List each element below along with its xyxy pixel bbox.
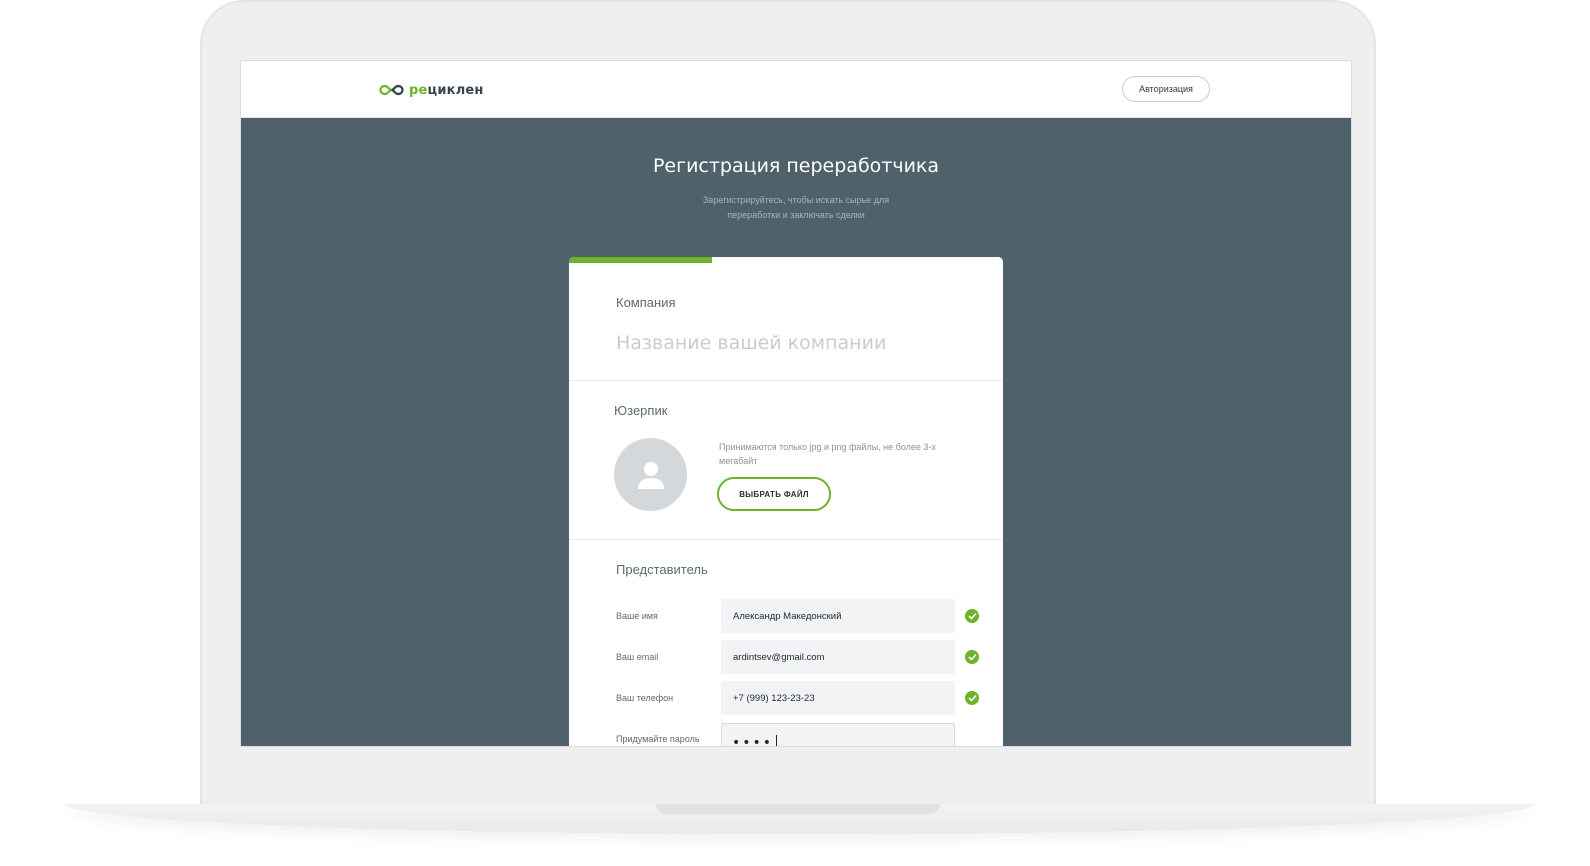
- upload-hint: Принимаются только jpg и png файлы, не б…: [719, 442, 936, 466]
- site-header: рециклен Авторизация: [241, 61, 1351, 118]
- browser-viewport: рециклен Авторизация Регистрация перераб…: [240, 60, 1352, 747]
- form-progress-bar: [569, 257, 1003, 263]
- name-input[interactable]: Александр Македонский: [721, 599, 955, 633]
- avatar-placeholder: [614, 438, 687, 511]
- logo[interactable]: рециклен: [379, 81, 484, 99]
- password-input[interactable]: ••••: [721, 723, 955, 747]
- logo-text: рециклен: [409, 83, 484, 98]
- page-subtitle: Зарегистрируйтесь, чтобы искать сырье дл…: [702, 195, 890, 220]
- email-label: Ваш email: [616, 652, 659, 662]
- check-circle-icon: [965, 650, 979, 664]
- check-circle-icon: [965, 609, 979, 623]
- representative-section-label: Представитель: [616, 562, 708, 577]
- registration-form: Компания Юзерпик Принимаются только jpg …: [569, 257, 1003, 747]
- user-placeholder-icon: [637, 461, 664, 489]
- logo-prefix: ре: [409, 82, 428, 98]
- phone-label: Ваш телефон: [616, 693, 674, 703]
- infinity-icon: [379, 84, 404, 96]
- form-progress-fill: [569, 257, 713, 263]
- divider: [569, 380, 1003, 381]
- page-title: Регистрация переработчика: [652, 155, 940, 177]
- divider: [569, 539, 1003, 540]
- password-label: Придумайте пароль: [616, 734, 700, 744]
- email-input[interactable]: ardintsev@gmail.com: [721, 640, 955, 674]
- company-name-input[interactable]: [616, 325, 976, 361]
- name-label: Ваше имя: [616, 611, 658, 621]
- laptop-notch: [656, 804, 940, 814]
- userpic-section-label: Юзерпик: [614, 403, 668, 418]
- password-mask: ••••: [732, 735, 774, 747]
- check-circle-icon: [965, 691, 979, 705]
- logo-suffix: циклен: [427, 82, 484, 98]
- choose-file-button[interactable]: ВЫБРАТЬ ФАЙЛ: [717, 477, 831, 511]
- text-caret: [776, 735, 778, 746]
- company-section-label: Компания: [616, 295, 676, 310]
- login-button[interactable]: Авторизация: [1122, 76, 1210, 102]
- phone-input[interactable]: +7 (999) 123-23-23: [721, 681, 955, 715]
